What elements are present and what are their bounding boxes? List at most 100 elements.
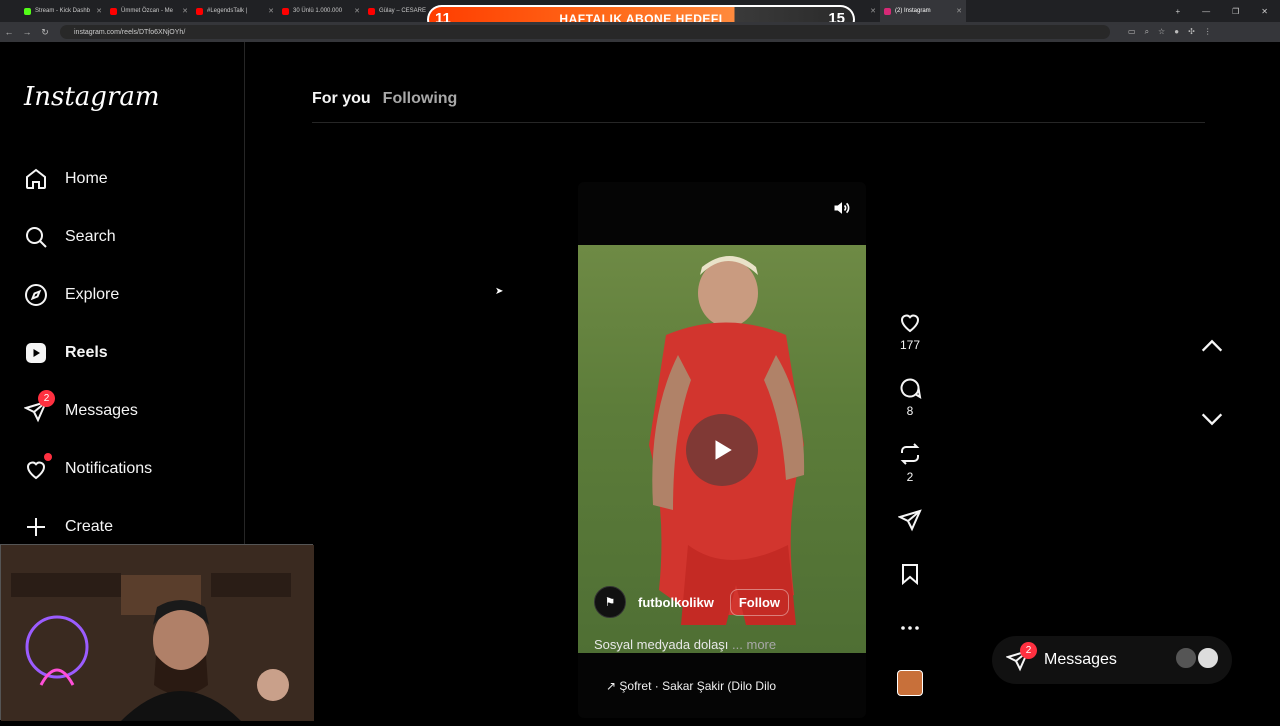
browser-tab[interactable]: #LegendsTalk | ✕ [192, 0, 278, 22]
reel-author-row: ⚑ futbolkolikw Follow [594, 586, 790, 618]
tab-label: Stream - Kick Dashb [35, 8, 91, 14]
reels-icon [26, 343, 46, 363]
tab-favicon-icon [196, 7, 203, 15]
star-icon[interactable]: ☆ [1158, 27, 1165, 37]
repost-count: 2 [906, 470, 914, 484]
share-action [897, 508, 923, 532]
sidebar-item-home[interactable]: Home [24, 164, 108, 194]
puzzle-icon[interactable]: ✣ [1188, 27, 1195, 37]
caption-more-link[interactable]: ... more [732, 637, 776, 652]
reel-audio-link[interactable]: ↗ Şofret · Sakar Şakir (Dilo Dilo [606, 679, 776, 693]
tab-favicon-icon [884, 7, 891, 15]
sidebar-item-label: Explore [65, 286, 120, 303]
tab-favicon-icon [24, 7, 31, 15]
tab-label: 30 Ünlü 1.000.000 [293, 8, 343, 14]
sidebar-item-notifications[interactable]: Notifications [24, 453, 153, 484]
zoom-icon[interactable]: ⌕ [1145, 27, 1149, 37]
tab-favicon-icon [110, 7, 117, 15]
reel-video-player[interactable]: ⚑ futbolkolikw Follow Sosyal medyada dol… [578, 182, 866, 718]
sidebar-item-create[interactable]: Create [24, 512, 113, 542]
search-icon [26, 227, 47, 248]
sidebar-item-label: Home [65, 170, 108, 187]
browser-tab[interactable]: Ümmet Özcan - Me ✕ [106, 0, 192, 22]
repost-icon[interactable] [898, 442, 922, 466]
extension-icons: ▭ ⌕ ☆ ● ✣ ⋮ [1128, 27, 1212, 37]
notification-dot [44, 453, 52, 461]
repost-action: 2 [897, 442, 923, 484]
follow-button[interactable]: Follow [729, 588, 790, 616]
minimize-button[interactable]: — [1202, 7, 1210, 16]
avatar [1196, 646, 1220, 670]
like-count: 177 [899, 338, 921, 352]
comment-count: 8 [906, 404, 914, 418]
plus-icon [27, 518, 45, 536]
webcam-image [1, 545, 314, 721]
back-icon[interactable]: ← [0, 27, 18, 37]
sidebar-item-label: Messages [65, 402, 138, 419]
instagram-logo[interactable]: Instagram [24, 82, 160, 112]
forward-icon[interactable]: → [18, 27, 36, 37]
tab-favicon-icon [282, 7, 289, 15]
bookmark-icon[interactable] [898, 562, 922, 586]
tab-close-icon[interactable]: ✕ [96, 7, 102, 15]
address-bar-row: ← → ↻ instagram.com/reels/DTfo6XNjOYh/ ▭… [0, 22, 1280, 42]
save-action [897, 562, 923, 586]
menu-dots-icon[interactable]: ⋮ [1204, 27, 1212, 37]
sidebar-item-explore[interactable]: Explore [24, 280, 119, 310]
feed-tabs: For you Following [312, 90, 457, 108]
more-options-icon[interactable] [898, 616, 922, 640]
more-action [897, 616, 923, 640]
avatar [1174, 646, 1198, 670]
explore-icon [25, 284, 47, 306]
play-icon[interactable] [686, 414, 758, 486]
chevron-down-icon[interactable] [1198, 405, 1226, 433]
tab-label: #LegendsTalk | [207, 8, 248, 14]
url-input[interactable]: instagram.com/reels/DTfo6XNjOYh/ [60, 25, 1110, 39]
tab-label: Gülay – CESARE [379, 8, 427, 14]
tab-following[interactable]: Following [383, 90, 458, 108]
audio-thumbnail[interactable] [897, 670, 923, 696]
window-controls: + — ❐ ✕ [1175, 0, 1280, 22]
tab-close-icon[interactable]: ✕ [956, 7, 962, 15]
tab-close-icon[interactable]: ✕ [182, 7, 188, 15]
sidebar-item-reels[interactable]: Reels [24, 338, 108, 368]
reload-icon[interactable]: ↻ [36, 27, 54, 38]
heart-icon [26, 461, 46, 480]
extension-icon[interactable]: ● [1174, 27, 1179, 37]
sidebar-item-messages[interactable]: 2 Messages [24, 390, 138, 426]
new-tab-button[interactable]: + [1175, 7, 1180, 16]
tab-label: (2) Instagram [895, 8, 931, 14]
sidebar-item-label: Notifications [65, 460, 153, 477]
reel-caption: Sosyal medyada dolaşı ... more [594, 637, 776, 652]
heart-icon[interactable] [898, 310, 922, 334]
close-window-button[interactable]: ✕ [1261, 7, 1268, 16]
chevron-up-icon[interactable] [1198, 332, 1226, 360]
sidebar-item-search[interactable]: Search [24, 222, 116, 252]
reel-username[interactable]: futbolkolikw [638, 595, 714, 610]
comment-action: 8 [897, 376, 923, 418]
browser-tab[interactable]: Stream - Kick Dashb ✕ [20, 0, 106, 22]
tab-close-icon[interactable]: ✕ [268, 7, 274, 15]
cast-icon[interactable]: ▭ [1128, 27, 1136, 37]
tab-close-icon[interactable]: ✕ [354, 7, 360, 15]
messages-badge: 2 [38, 390, 55, 407]
browser-tab[interactable]: (2) Instagram ✕ [880, 0, 966, 22]
tabs-divider [312, 122, 1205, 123]
messages-badge: 2 [1020, 642, 1037, 659]
like-action: 177 [897, 310, 923, 352]
tab-favicon-icon [368, 7, 375, 15]
sidebar-item-label: Reels [65, 344, 108, 361]
tab-for-you[interactable]: For you [312, 90, 371, 108]
restore-button[interactable]: ❐ [1232, 7, 1239, 16]
streamer-webcam-overlay [0, 544, 314, 721]
avatar[interactable]: ⚑ [594, 586, 626, 618]
comment-icon[interactable] [898, 376, 922, 400]
messages-drawer-button[interactable]: 2 Messages [992, 636, 1232, 684]
tab-close-icon[interactable]: ✕ [870, 7, 876, 15]
tab-label: Ümmet Özcan - Me [121, 8, 174, 14]
mouse-cursor: ➤ [495, 286, 504, 297]
volume-icon[interactable] [832, 198, 852, 218]
browser-tab[interactable]: 30 Ünlü 1.000.000 ✕ [278, 0, 364, 22]
share-icon[interactable] [898, 508, 922, 532]
sidebar-item-label: Create [65, 518, 114, 535]
